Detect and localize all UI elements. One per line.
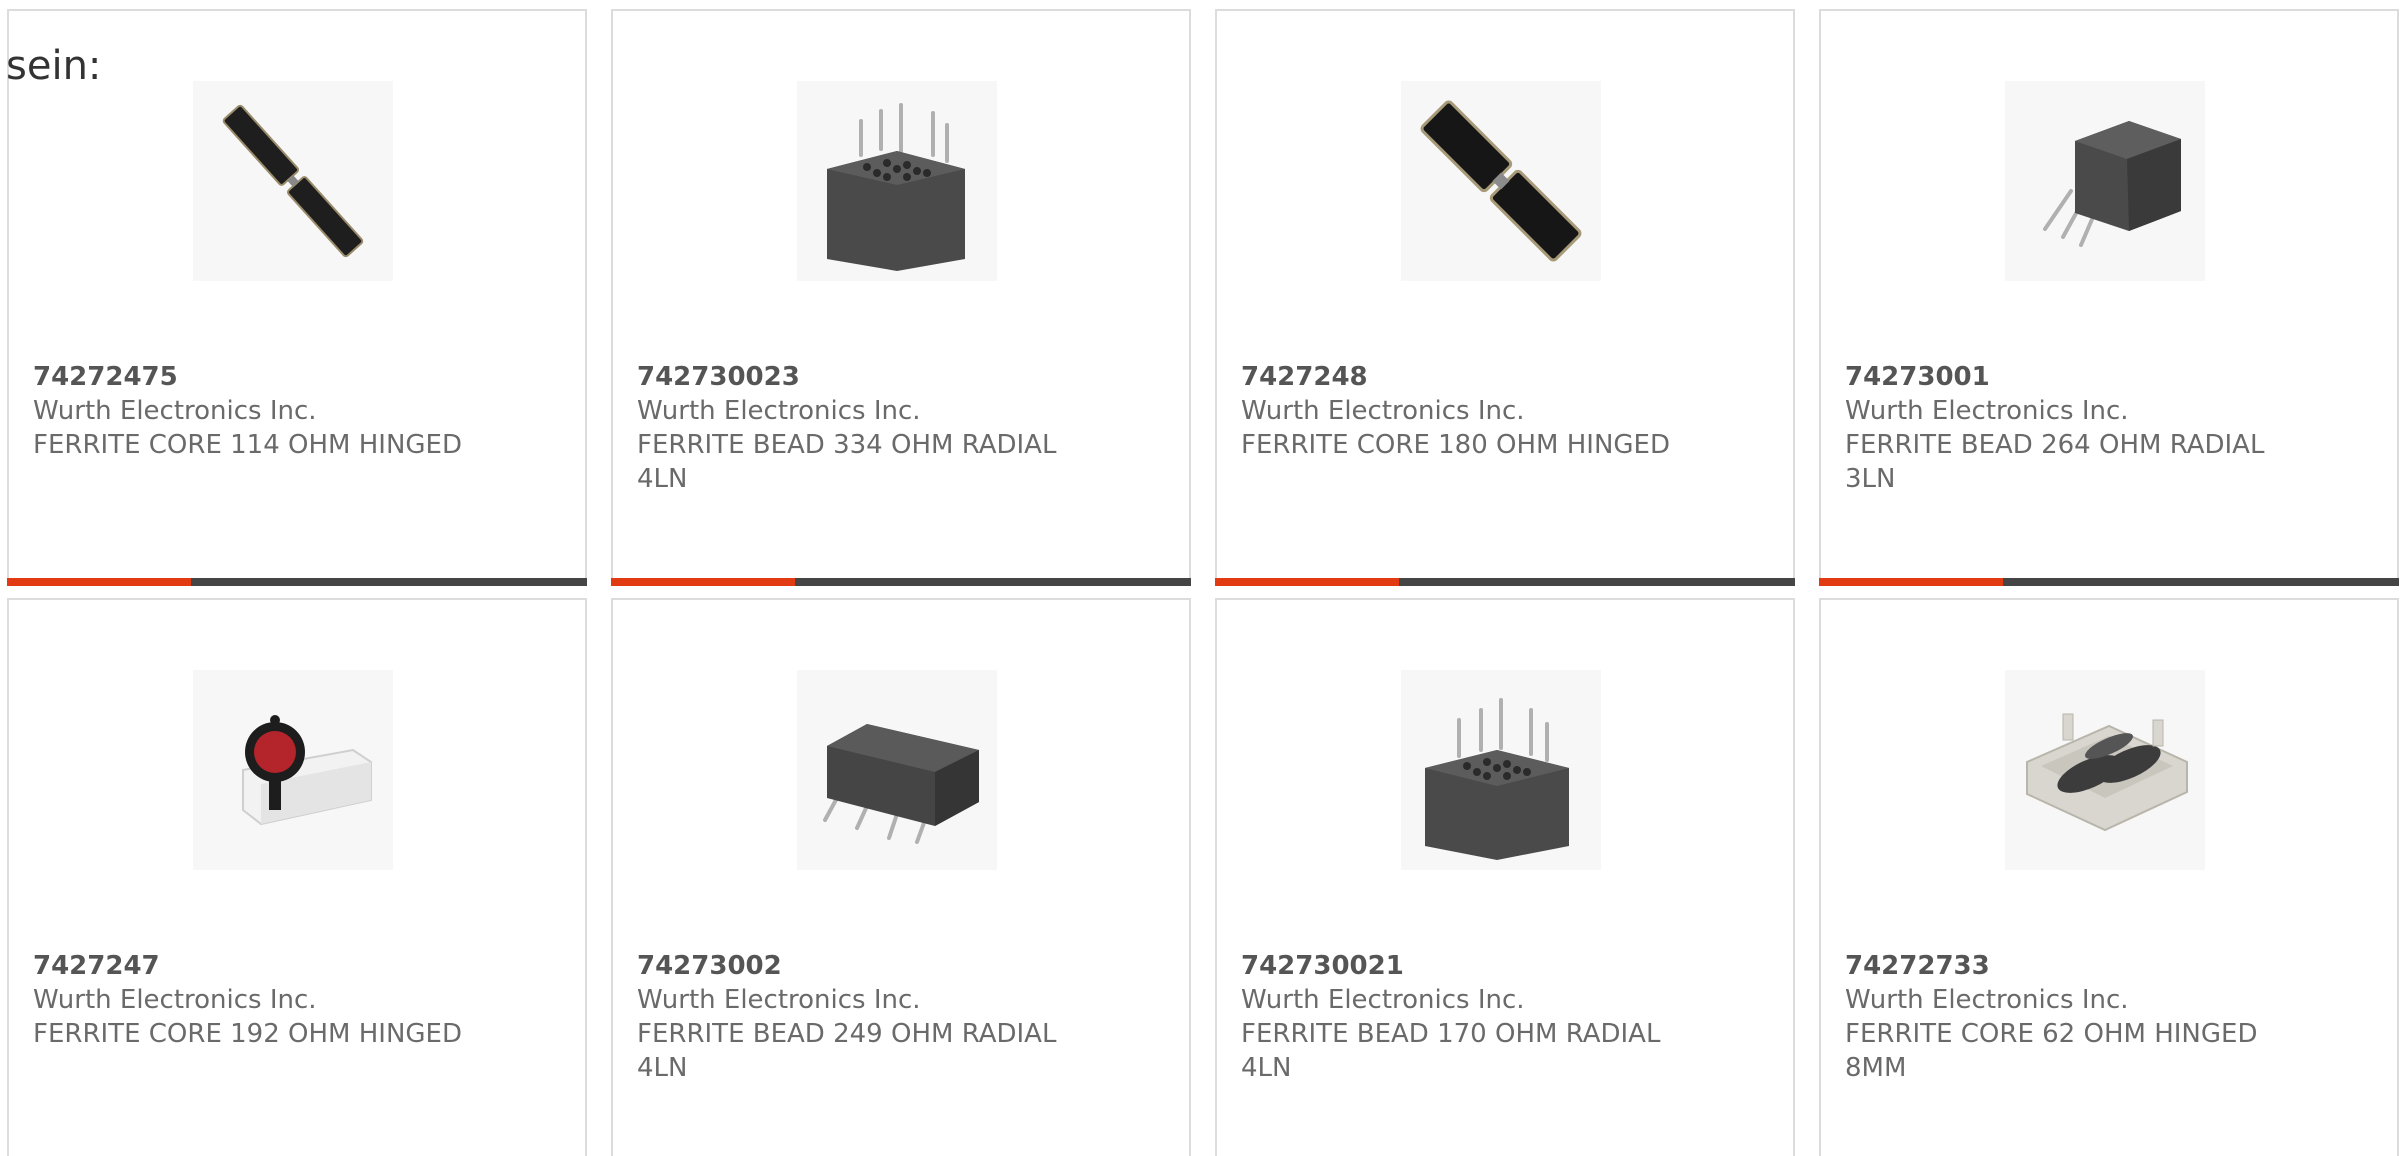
part-number-link[interactable]: 742730021 <box>1241 949 1781 983</box>
part-number-link[interactable]: 742730023 <box>637 360 1177 394</box>
part-number-link[interactable]: 74272733 <box>1845 949 2385 983</box>
card-bottom-bar <box>611 578 1191 586</box>
ferrite-bead-radial-4ln-icon <box>797 81 997 281</box>
ferrite-core-hinged-wide-icon <box>1401 81 1601 281</box>
product-description: FERRITE BEAD 334 OHM RADIAL 4LN <box>637 430 1057 494</box>
product-card[interactable]: 74273002 Wurth Electronics Inc. FERRITE … <box>611 598 1191 1156</box>
part-number-link[interactable]: 74273001 <box>1845 360 2385 394</box>
ferrite-bead-radial-2row-icon <box>797 670 997 870</box>
manufacturer-name: Wurth Electronics Inc. <box>1845 396 2129 426</box>
card-accent-bar <box>611 578 795 586</box>
ferrite-bead-radial-3ln-icon <box>2005 81 2205 281</box>
product-card[interactable]: 742730023 Wurth Electronics Inc. FERRITE… <box>611 9 1191 586</box>
manufacturer-name: Wurth Electronics Inc. <box>1241 396 1525 426</box>
lead-text: sein: <box>6 43 102 89</box>
card-accent-bar <box>1819 578 2003 586</box>
ferrite-core-hinged-long-icon <box>193 81 393 281</box>
manufacturer-name: Wurth Electronics Inc. <box>33 396 317 426</box>
manufacturer-name: Wurth Electronics Inc. <box>33 985 317 1015</box>
product-card[interactable]: 7427248 Wurth Electronics Inc. FERRITE C… <box>1215 9 1795 586</box>
product-description: FERRITE BEAD 170 OHM RADIAL 4LN <box>1241 1019 1661 1083</box>
card-accent-bar <box>1215 578 1399 586</box>
product-description: FERRITE CORE 62 OHM HINGED 8MM <box>1845 1019 2258 1083</box>
manufacturer-name: Wurth Electronics Inc. <box>637 396 921 426</box>
part-number-link[interactable]: 7427248 <box>1241 360 1781 394</box>
product-card[interactable]: 74272733 Wurth Electronics Inc. FERRITE … <box>1819 598 2399 1156</box>
card-bottom-bar <box>7 578 587 586</box>
product-description: FERRITE CORE 192 OHM HINGED <box>33 1019 462 1049</box>
manufacturer-name: Wurth Electronics Inc. <box>1845 985 2129 1015</box>
product-grid-page: sein: 74272475 Wurth Electronics Inc. FE… <box>0 0 2400 1156</box>
part-number-link[interactable]: 74273002 <box>637 949 1177 983</box>
product-description: FERRITE BEAD 264 OHM RADIAL 3LN <box>1845 430 2265 494</box>
product-description: FERRITE BEAD 249 OHM RADIAL 4LN <box>637 1019 1057 1083</box>
manufacturer-name: Wurth Electronics Inc. <box>1241 985 1525 1015</box>
product-card[interactable]: 74273001 Wurth Electronics Inc. FERRITE … <box>1819 9 2399 586</box>
card-accent-bar <box>7 578 191 586</box>
ferrite-core-hinged-white-icon <box>193 670 393 870</box>
part-number-link[interactable]: 7427247 <box>33 949 573 983</box>
manufacturer-name: Wurth Electronics Inc. <box>637 985 921 1015</box>
product-card[interactable]: 742730021 Wurth Electronics Inc. FERRITE… <box>1215 598 1795 1156</box>
card-bottom-bar <box>1215 578 1795 586</box>
product-card[interactable]: 7427247 Wurth Electronics Inc. FERRITE C… <box>7 598 587 1156</box>
product-card[interactable]: 74272475 Wurth Electronics Inc. FERRITE … <box>7 9 587 586</box>
ferrite-core-clamp-icon <box>2005 670 2205 870</box>
ferrite-bead-radial-4ln-icon <box>1401 670 1601 870</box>
card-bottom-bar <box>1819 578 2399 586</box>
part-number-link[interactable]: 74272475 <box>33 360 573 394</box>
product-description: FERRITE CORE 180 OHM HINGED <box>1241 430 1670 460</box>
product-description: FERRITE CORE 114 OHM HINGED <box>33 430 462 460</box>
product-grid: 74272475 Wurth Electronics Inc. FERRITE … <box>0 0 2400 1156</box>
